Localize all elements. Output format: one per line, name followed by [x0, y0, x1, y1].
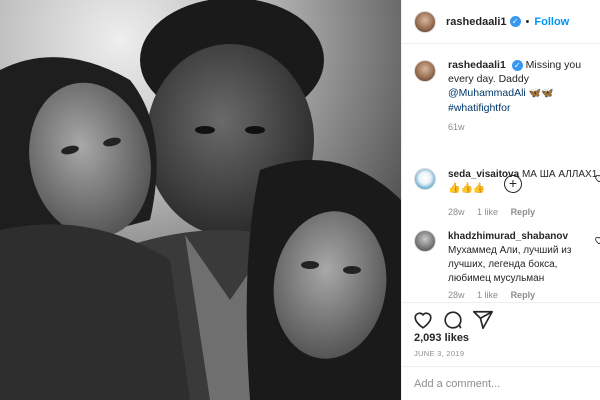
comment-meta: 28w 1 like Reply	[448, 207, 545, 217]
post-date[interactable]: JUNE 3, 2019	[414, 349, 464, 358]
caption-hashtag-link[interactable]: #whatifightfor	[448, 102, 510, 114]
comment-username[interactable]: seda_visaitova	[448, 169, 519, 180]
comment-reply-button[interactable]: Reply	[511, 207, 536, 217]
commenter-avatar[interactable]	[414, 168, 436, 190]
add-comment-bar	[402, 366, 600, 400]
comment-username[interactable]: khadzhimurad_shabanov	[448, 231, 568, 242]
like-button[interactable]	[412, 309, 434, 331]
post-actions-bar	[402, 302, 600, 336]
caption-mention-link[interactable]: @MuhammadAli	[448, 87, 526, 99]
comment-meta: 28w 1 like Reply	[448, 290, 545, 300]
share-icon	[473, 310, 493, 329]
comment-like-count[interactable]: 1 like	[477, 207, 498, 217]
verified-badge-icon: ✓	[509, 16, 521, 27]
comment-emoji: 👍👍👍	[448, 183, 486, 194]
share-button[interactable]	[472, 309, 494, 331]
comment-button[interactable]	[442, 309, 464, 331]
comment-like-heart-icon[interactable]	[594, 235, 600, 245]
commenter-avatar[interactable]	[414, 230, 436, 252]
comment-body: khadzhimurad_shabanov Мухаммед Али, лучш…	[448, 230, 598, 286]
separator-dot: •	[525, 15, 530, 28]
comment-reply-button[interactable]: Reply	[511, 290, 536, 300]
comment-body: seda_visaitova МА ША АЛЛАХ1 👍👍👍	[448, 168, 598, 196]
caption-username[interactable]: rashedaali1	[448, 59, 506, 71]
butterfly-emoji: 🦋🦋	[528, 88, 554, 99]
photo-illustration	[0, 0, 401, 400]
post-header: rashedaali1 ✓ • Follow	[402, 0, 600, 44]
comment-like-heart-icon[interactable]	[594, 173, 600, 183]
comment-text: МА ША АЛЛАХ1	[521, 169, 598, 180]
instagram-post: rashedaali1 ✓ • Follow rashedaali1 ✓ Mis…	[0, 0, 600, 400]
likes-count[interactable]: 2,093 likes	[414, 332, 469, 344]
caption-author-avatar[interactable]	[414, 60, 436, 82]
caption-message-part-b: Daddy	[498, 73, 529, 85]
author-username[interactable]: rashedaali1	[446, 16, 507, 28]
post-side-panel: rashedaali1 ✓ • Follow rashedaali1 ✓ Mis…	[401, 0, 600, 400]
caption-text: rashedaali1 ✓ Missing you every day. Dad…	[448, 58, 600, 115]
heart-icon	[414, 311, 432, 329]
add-comment-input[interactable]	[414, 377, 594, 390]
post-photo[interactable]	[0, 0, 401, 400]
author-avatar[interactable]	[414, 10, 436, 33]
caption-timestamp[interactable]: 61w	[448, 122, 465, 132]
comments-list[interactable]: rashedaali1 ✓ Missing you every day. Dad…	[402, 44, 600, 302]
comment-like-count[interactable]: 1 like	[477, 290, 498, 300]
comment-time[interactable]: 28w	[448, 207, 465, 217]
comment-text: Мухаммед Али, лучший из лучших, легенда …	[448, 245, 572, 284]
comment-icon	[444, 310, 462, 329]
follow-button[interactable]: Follow	[534, 16, 569, 28]
caption-verified-badge-icon: ✓	[511, 59, 523, 71]
comment-time[interactable]: 28w	[448, 290, 465, 300]
